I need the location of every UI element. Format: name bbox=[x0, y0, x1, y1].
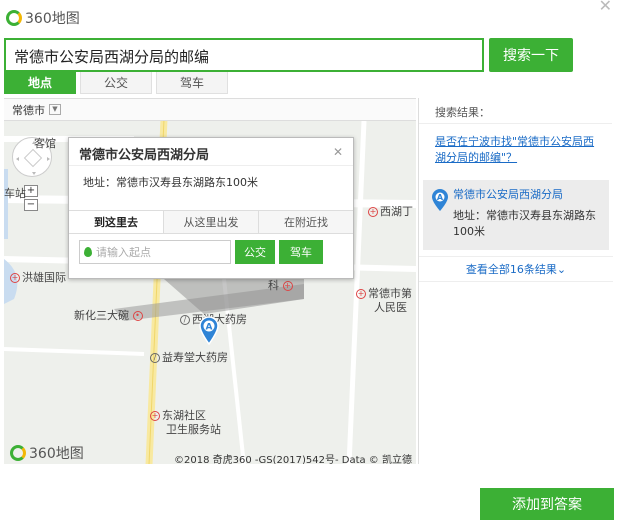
pharmacy-icon: / bbox=[180, 315, 190, 325]
map-widget: 360地图 ✕ 常德市公安局西湖分局的邮编 搜索一下 地点 公交 驾车 常德市 … bbox=[0, 0, 620, 529]
tab-place[interactable]: 地点 bbox=[4, 72, 76, 94]
result-name[interactable]: 常德市公安局西湖分局 bbox=[453, 186, 601, 202]
drive-route-button[interactable]: 驾车 bbox=[279, 240, 323, 264]
tab-drive[interactable]: 驾车 bbox=[156, 72, 228, 94]
hospital-icon: + bbox=[282, 281, 293, 291]
hospital-icon: + bbox=[150, 411, 160, 421]
map-label: 车站 bbox=[4, 187, 26, 200]
hospital-icon: + bbox=[356, 289, 366, 299]
map-label: 新化三大碗 • bbox=[74, 307, 145, 323]
results-header: 搜索结果： bbox=[419, 98, 612, 124]
map-canvas[interactable]: 常德市 ▼ + − 客馆 车站 + 西湖丁 + 洪雄国际 + 常德市第 人民医 科 +… bbox=[4, 98, 416, 464]
search-input[interactable]: 常德市公安局西湖分局的邮编 bbox=[4, 38, 484, 72]
logo: 360地图 bbox=[6, 8, 80, 28]
close-icon[interactable]: ✕ bbox=[599, 0, 612, 15]
map-label: + 西湖丁 bbox=[368, 203, 413, 219]
map-label: / 益寿堂大药房 bbox=[150, 349, 228, 365]
map-label-text: 科 bbox=[268, 279, 279, 292]
map-label-text: 洪雄国际 bbox=[22, 271, 66, 284]
start-point-placeholder: 请输入起点 bbox=[96, 246, 151, 259]
map-label-text: 新化三大碗 bbox=[74, 309, 129, 322]
start-point-input[interactable]: 请输入起点 bbox=[79, 240, 231, 264]
popup-address: 地址：常德市汉寿县东湖路东100米 bbox=[83, 176, 258, 189]
city-name: 常德市 bbox=[12, 103, 45, 117]
map-copyright: ©2018 奇虎360 -GS(2017)542号- Data © 凯立德 bbox=[174, 455, 412, 464]
pharmacy-icon: / bbox=[150, 353, 160, 363]
marker-letter: A bbox=[437, 193, 444, 202]
map-label: 客馆 bbox=[34, 137, 56, 150]
map-label: + 洪雄国际 bbox=[10, 269, 66, 285]
map-label: 卫生服务站 bbox=[166, 423, 221, 436]
city-suggestion-link[interactable]: 是否在宁波市找"常德市公安局西湖分局的邮编"？ bbox=[419, 124, 612, 168]
logo-icon bbox=[10, 445, 26, 461]
marker-letter: A bbox=[206, 323, 213, 333]
restaurant-icon: • bbox=[132, 311, 143, 321]
tab-start-here[interactable]: 从这里出发 bbox=[163, 211, 258, 233]
info-popup: 常德市公安局西湖分局 ✕ 地址：常德市汉寿县东湖路东100米 到这里去 从这里出… bbox=[68, 137, 354, 279]
zoom-out-button[interactable]: − bbox=[24, 199, 38, 211]
search-button[interactable]: 搜索一下 bbox=[489, 38, 573, 72]
view-all-results-link[interactable]: 查看全部16条结果 ⌄ bbox=[419, 256, 613, 282]
popup-tabs: 到这里去 从这里出发 在附近找 bbox=[69, 210, 353, 234]
add-to-answer-button[interactable]: 添加到答案 bbox=[480, 488, 614, 520]
close-icon[interactable]: ✕ bbox=[333, 145, 343, 159]
tab-nearby[interactable]: 在附近找 bbox=[258, 211, 353, 233]
tab-go-here[interactable]: 到这里去 bbox=[69, 211, 163, 233]
chevron-down-icon: ⌄ bbox=[556, 262, 567, 276]
map-marker-a[interactable]: A bbox=[198, 315, 220, 346]
marker-pin-icon: A bbox=[432, 189, 448, 211]
map-logo-text: 360地图 bbox=[29, 446, 84, 462]
results-panel: 搜索结果： 是否在宁波市找"常德市公安局西湖分局的邮编"？ A 常德市公安局西湖… bbox=[418, 98, 613, 464]
city-selector[interactable]: 常德市 ▼ bbox=[4, 99, 416, 121]
result-item[interactable]: A 常德市公安局西湖分局 地址：常德市汉寿县东湖路东100米 bbox=[423, 180, 609, 250]
map-label: 人民医 bbox=[374, 301, 407, 314]
marker-pin-icon: A bbox=[199, 316, 219, 346]
mode-tabs: 地点 公交 驾车 bbox=[4, 72, 228, 94]
logo-text: 360地图 bbox=[25, 11, 80, 27]
map-logo: 360地图 bbox=[10, 443, 84, 463]
route-input-row: 请输入起点 公交 驾车 bbox=[69, 234, 353, 270]
map-label-text: 西湖丁 bbox=[380, 205, 413, 218]
zoom-control: + − bbox=[24, 185, 38, 211]
map-label: 科 + bbox=[268, 277, 295, 293]
map-label-text: 益寿堂大药房 bbox=[162, 351, 228, 364]
view-all-label: 查看全部16条结果 bbox=[465, 263, 557, 276]
hospital-icon: + bbox=[10, 273, 20, 283]
location-pin-icon bbox=[84, 247, 92, 257]
tab-bus[interactable]: 公交 bbox=[80, 72, 152, 94]
chevron-down-icon[interactable]: ▼ bbox=[49, 104, 61, 115]
popup-title: 常德市公安局西湖分局 bbox=[69, 138, 353, 166]
bus-route-button[interactable]: 公交 bbox=[235, 240, 275, 264]
zoom-in-button[interactable]: + bbox=[24, 185, 38, 197]
result-address: 地址：常德市汉寿县东湖路东100米 bbox=[453, 209, 596, 238]
logo-icon bbox=[6, 10, 22, 26]
hospital-icon: + bbox=[368, 207, 378, 217]
